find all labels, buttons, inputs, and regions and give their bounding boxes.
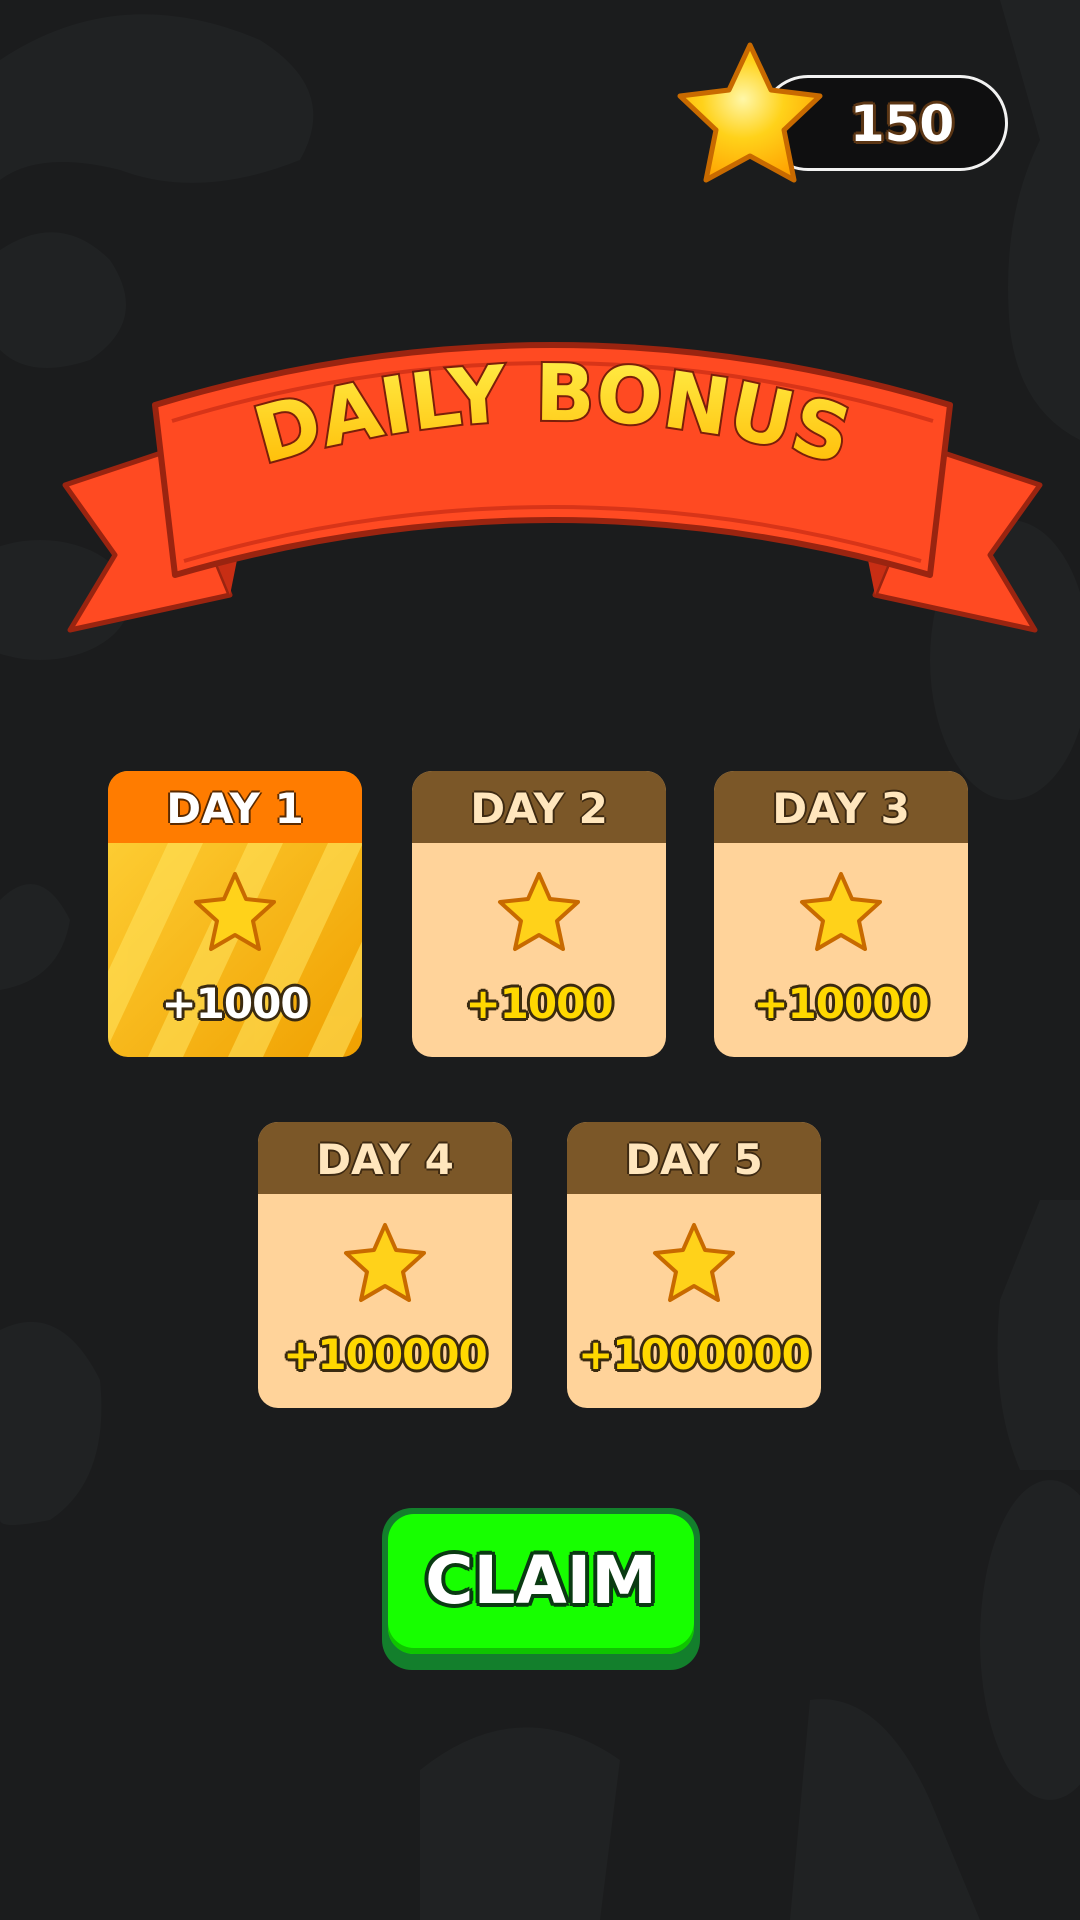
star-icon: [800, 872, 882, 951]
star-counter: 150: [670, 40, 1030, 190]
day-card-1[interactable]: DAY 1 +1000: [108, 771, 362, 1057]
day-card-reward: +100000: [283, 1330, 488, 1379]
day-card-reward: +1000: [161, 979, 309, 1028]
day-card-reward: +10000: [753, 979, 929, 1028]
day-card-reward: +1000000: [578, 1330, 811, 1379]
day-card-label: DAY 5: [567, 1122, 821, 1194]
day-card-4[interactable]: DAY 4 +100000: [258, 1122, 512, 1408]
day-card-3[interactable]: DAY 3 +10000: [714, 771, 968, 1057]
star-icon: [653, 1223, 735, 1302]
day-card-label: DAY 4: [258, 1122, 512, 1194]
day-card-2[interactable]: DAY 2 +1000: [412, 771, 666, 1057]
daily-bonus-banner: DAILY BONUS: [62, 342, 1043, 633]
claim-button[interactable]: CLAIM: [382, 1508, 700, 1670]
day-card-label: DAY 1: [108, 771, 362, 843]
star-icon: [498, 872, 580, 951]
day-card-5[interactable]: DAY 5 +1000000: [567, 1122, 821, 1408]
star-icon: [194, 872, 276, 951]
day-card-reward: +1000: [465, 979, 613, 1028]
star-icon: [344, 1223, 426, 1302]
claim-button-label: CLAIM: [425, 1542, 657, 1619]
day-card-label: DAY 3: [714, 771, 968, 843]
star-icon: [677, 42, 823, 183]
day-card-label: DAY 2: [412, 771, 666, 843]
